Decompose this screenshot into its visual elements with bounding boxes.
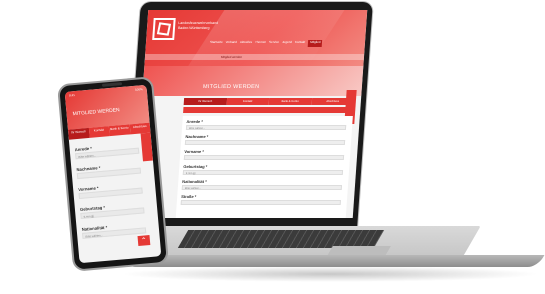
strasse-input[interactable] [180,200,341,205]
status-time: 9:41 [68,93,75,98]
step-tabs: Ihr Wunsch Kontakt Bank & Konto Abschlus… [183,98,355,105]
tab-step[interactable]: Bank & Konto [268,98,312,105]
chevron-up-icon[interactable]: ⌃ [137,235,151,247]
field-label: Straße * [181,194,197,199]
field-label: Nachname * [185,134,209,139]
nav-item[interactable]: Aktuelles [240,40,252,47]
field-label: Nationalität * [182,179,207,184]
tab-step[interactable]: Ihr Wunsch [67,127,90,140]
site-logo-text: Landesfeuerwehrverband Baden-Württemberg [177,21,219,30]
laptop-shadow [120,266,540,282]
hero-band [142,66,364,96]
nav-item[interactable]: Themen [255,40,266,47]
nachname-input[interactable] [184,140,346,145]
nav-item[interactable]: Verband [225,40,237,47]
tab-step[interactable]: Kontakt [226,98,270,105]
nav-item[interactable]: Kontakt [295,40,305,47]
laptop-front-edge [125,255,545,267]
field-label: Anrede * [186,119,204,124]
nav-item-active[interactable]: Mitglied [307,40,323,47]
breadcrumb: Mitglied werden [220,55,243,59]
tab-underline [183,107,354,113]
status-battery: 100% [134,87,143,92]
main-nav: Startseite Verband Aktuelles Themen Serv… [210,40,360,47]
tab-step[interactable]: Ihr Wunsch [183,98,227,105]
field-label: Geburtstag * [183,164,208,169]
tab-step[interactable]: Kontakt [88,126,110,138]
nav-item[interactable]: Service [269,40,279,47]
laptop-screen: Landesfeuerwehrverband Baden-Württemberg… [133,10,368,218]
vorname-input[interactable] [183,155,345,160]
tab-step[interactable]: Bank & Konto [108,124,131,137]
nav-item[interactable]: Jugend [282,40,292,47]
anrede-select[interactable]: Bitte wählen... [185,125,347,130]
phone-screen: 9:41 100% MITGLIED WERDEN Ihr Wunsch Kon… [64,84,162,264]
nav-item[interactable]: Startseite [210,40,223,47]
geburtstag-input[interactable]: tt.mm.jjjj [182,170,344,175]
nationalitaet-select[interactable]: Bitte wählen... [181,185,343,190]
page-title: MITGLIED WERDEN [202,84,260,90]
membership-form: Anrede * Bitte wählen... Nachname * Vorn… [175,116,353,218]
site-logo-icon[interactable] [152,18,176,40]
field-label: Vorname * [184,149,205,154]
breadcrumb-strip [144,54,365,60]
